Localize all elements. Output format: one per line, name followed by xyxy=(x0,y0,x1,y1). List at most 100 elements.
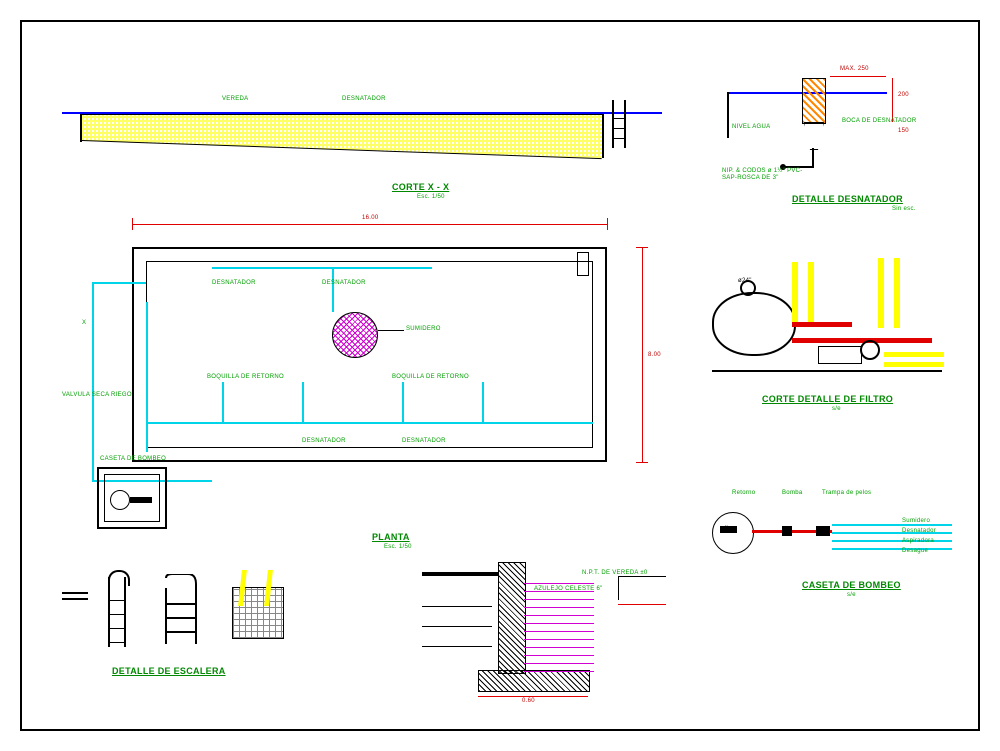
filtro-floor xyxy=(712,370,942,372)
caseta-desnat: Desnatador xyxy=(902,528,936,534)
desnat-h2: 150 xyxy=(898,128,909,134)
filtro-pipe-h2 xyxy=(792,322,852,327)
sec-right xyxy=(602,114,604,158)
caseta-filtro-circle xyxy=(712,512,754,554)
caseta-valve1 xyxy=(782,526,792,536)
muro-leader3 xyxy=(422,646,492,647)
dim-width-t1 xyxy=(636,247,648,248)
desnat-dim-v1 xyxy=(892,78,893,122)
esc-step4 xyxy=(108,642,126,643)
pipe-4 xyxy=(146,302,148,452)
title-planta: PLANTA xyxy=(372,532,410,542)
esc-rail1 xyxy=(108,577,110,647)
plan-caseta-label: CASETA DE BOMBEO xyxy=(100,456,166,462)
drain-circle xyxy=(332,312,378,358)
caseta-filtro-label: Filtro xyxy=(720,526,737,533)
caseta-bomba: Bomba xyxy=(782,490,803,496)
dim-width-t2 xyxy=(636,462,648,463)
pool-inner xyxy=(146,261,593,448)
filtro-pipe-v2 xyxy=(808,262,814,322)
filtro-pipe-v3 xyxy=(878,258,884,328)
caseta-desag: Desague xyxy=(902,548,928,554)
desnat-pvc: NIP. & CODOS ø 1½" PVC-SAP-ROSCA DE 3" xyxy=(722,168,812,181)
dim-length-t1 xyxy=(132,218,133,230)
sheet-frame: VEREDA DESNATADOR CORTE X - X Esc. 1/50 … xyxy=(20,20,980,731)
muro-piso xyxy=(422,572,498,576)
dim-length-t2 xyxy=(607,218,608,230)
title-desnatador: DETALLE DESNATADOR xyxy=(792,194,903,204)
title-corte-xx-scale: Esc. 1/50 xyxy=(417,194,445,200)
caseta-retorno: Retorno xyxy=(732,490,755,496)
dim-length-line xyxy=(132,224,607,225)
desnat-body xyxy=(802,78,826,124)
pipe-top-drop xyxy=(332,267,334,312)
plan-desnat2: DESNATADOR xyxy=(322,280,366,286)
esc-step2 xyxy=(108,614,126,615)
esc-top2 xyxy=(62,598,88,600)
filtro-out2 xyxy=(884,362,944,367)
drain-leader xyxy=(378,330,404,331)
caseta-pump-icon xyxy=(130,497,152,503)
muro-azulejo: AZULEJO CELESTE 6" xyxy=(534,586,603,592)
desnat-funnel xyxy=(804,122,824,150)
sec-top xyxy=(82,114,602,115)
esc-top1 xyxy=(62,592,88,594)
sec-ladder-step3 xyxy=(612,138,626,139)
caseta-cyan4 xyxy=(832,548,952,550)
title-filtro: CORTE DETALLE DE FILTRO xyxy=(762,394,893,404)
pipe-drop2 xyxy=(302,382,304,422)
desnat-dim-top: MAX. 250 xyxy=(840,66,869,72)
plan-boq1: BOQUILLA DE RETORNO xyxy=(207,374,284,380)
plan-riego-label: VALVULA SECA RIEGO xyxy=(62,392,132,398)
esc-arch xyxy=(108,570,130,586)
pool-section-fill xyxy=(82,114,602,158)
filtro-pipe-v4 xyxy=(894,258,900,328)
sec-left xyxy=(80,114,82,142)
pipe-drop3 xyxy=(402,382,404,422)
filtro-pipe-v1 xyxy=(792,262,798,322)
desnat-h1: 200 xyxy=(898,92,909,98)
dim-width-line xyxy=(642,247,643,462)
title-caseta-sub: s/e xyxy=(847,592,856,598)
pipe-2 xyxy=(92,282,94,482)
drawing-sheet: VEREDA DESNATADOR CORTE X - X Esc. 1/50 … xyxy=(0,0,1000,751)
plan-ladder xyxy=(577,252,589,276)
muro-dim-zapata: 0.60 xyxy=(522,698,535,704)
esc-side xyxy=(162,574,198,648)
title-desnatador-sub: Sin esc. xyxy=(892,206,916,212)
desnat-dim1 xyxy=(830,76,886,77)
filtro-tank xyxy=(712,292,796,356)
title-caseta: CASETA DE BOMBEO xyxy=(802,580,901,590)
muro-leader1 xyxy=(422,606,492,607)
plan-desnat4: DESNATADOR xyxy=(402,438,446,444)
caseta-pump xyxy=(816,526,830,536)
esc-rail2 xyxy=(124,577,126,647)
pipe-drop4 xyxy=(482,382,484,422)
filtro-pump-box xyxy=(818,346,862,364)
desnat-nivel: NIVEL AGUA xyxy=(732,124,770,130)
title-filtro-sub: s/e xyxy=(832,406,841,412)
caseta-filter-icon xyxy=(110,490,130,510)
muro-dim-base xyxy=(478,696,588,697)
plan-desnat3: DESNATADOR xyxy=(302,438,346,444)
inset-l xyxy=(618,576,619,600)
sec-label-desnatador: DESNATADOR xyxy=(342,96,386,102)
pipe-1 xyxy=(92,282,146,284)
desnat-pipe-v xyxy=(812,148,814,166)
pipe-drop1 xyxy=(222,382,224,422)
sec-label-vereda: VEREDA xyxy=(222,96,248,102)
sec-ladder-step2 xyxy=(612,128,626,129)
pipe-top xyxy=(212,267,432,269)
caseta-cyan1 xyxy=(832,524,952,526)
title-escalera: DETALLE DE ESCALERA xyxy=(112,666,226,676)
plan-dim-width: 8.00 xyxy=(648,352,661,358)
caseta-aspir: Aspiradora xyxy=(902,538,934,544)
filtro-pump-round xyxy=(860,340,880,360)
sec-ladder-step1 xyxy=(612,118,626,119)
filtro-diam: ø24" xyxy=(738,278,752,284)
plan-sumidero-label: SUMIDERO xyxy=(406,326,441,332)
sec-ladder-rail1 xyxy=(612,100,614,148)
caseta-trampa: Trampa de pelos xyxy=(822,490,871,496)
plan-desnat1: DESNATADOR xyxy=(212,280,256,286)
caseta-sumi: Sumidero xyxy=(902,518,930,524)
